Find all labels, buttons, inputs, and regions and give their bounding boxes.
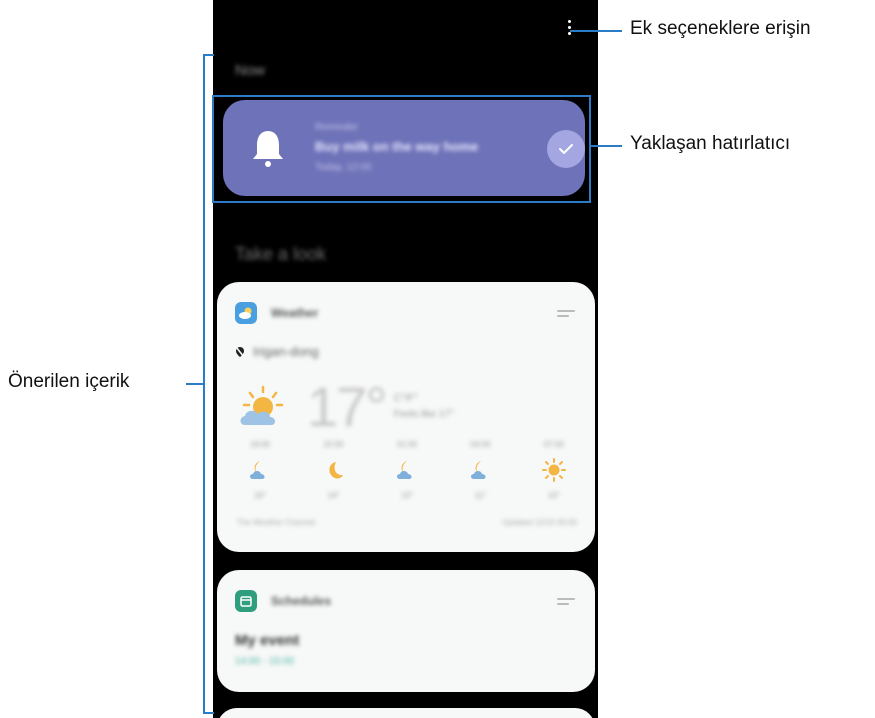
sun-icon: [542, 458, 566, 482]
temperature-unit: C°/F°: [393, 392, 418, 404]
calendar-icon: [235, 590, 257, 612]
location-name: Irigan-dong: [253, 344, 319, 359]
forecast-time: 04:00: [470, 440, 491, 449]
weather-card[interactable]: Weather Irigan-dong 17° C°/F° Feels like…: [217, 282, 595, 552]
section-title-now: Now: [235, 62, 266, 79]
next-card-peek[interactable]: [217, 708, 595, 718]
forecast-temp: 13°: [400, 491, 414, 500]
weather-card-header: Weather: [235, 302, 318, 324]
moon-cloud-icon: [250, 461, 265, 479]
schedule-card-header: Schedules: [235, 590, 331, 612]
forecast-item: 01:00 13°: [382, 440, 432, 500]
current-weather: 17° C°/F° Feels like 17°: [237, 374, 454, 439]
forecast-temp: 10°: [547, 491, 561, 500]
schedule-card[interactable]: Schedules My event 14:00 - 15:00: [217, 570, 595, 692]
forecast-time: 07:00: [543, 440, 565, 449]
event-time: 14:00 - 15:00: [235, 656, 294, 667]
forecast-item: 19:00 16°: [235, 440, 285, 500]
drag-handle-icon[interactable]: [557, 310, 575, 318]
moon-icon: [328, 462, 343, 479]
current-temperature: 17°: [307, 375, 388, 438]
forecast-item: 22:00 14°: [309, 440, 359, 500]
hourly-forecast: 19:00 16° 22:00 14° 01:00 13° 04:00 11° …: [235, 440, 579, 500]
weather-location: Irigan-dong: [235, 344, 319, 359]
weather-app-name: Weather: [271, 306, 319, 320]
forecast-item: 07:00 10°: [529, 440, 579, 500]
more-options-dot: [567, 25, 571, 29]
callout-more-options: Ek seçeneklere erişin: [630, 18, 811, 39]
moon-cloud-icon: [397, 461, 412, 479]
location-off-icon: [235, 346, 245, 357]
forecast-temp: 14°: [327, 491, 340, 500]
forecast-item: 04:00 11°: [456, 440, 506, 500]
weather-app-icon: [235, 302, 257, 324]
section-title-take-a-look: Take a look: [235, 244, 327, 264]
partly-cloudy-icon: [240, 385, 284, 425]
forecast-time: 19:00: [249, 440, 271, 449]
feels-like: Feels like 17°: [393, 408, 454, 420]
moon-cloud-icon: [470, 461, 486, 479]
callout-upcoming-reminder: Yaklaşan hatırlatıcı: [630, 133, 791, 154]
suggested-content-bracket-vertical: [203, 54, 205, 714]
more-options-dot: [567, 19, 571, 23]
suggested-content-bracket-bottom: [203, 712, 214, 714]
event-title: My event: [235, 632, 300, 649]
temperature-details: C°/F° Feels like 17°: [394, 391, 454, 423]
reminder-highlight-box: [212, 95, 591, 203]
more-options-button[interactable]: [561, 14, 577, 40]
schedule-app-name: Schedules: [271, 594, 332, 608]
callout-suggested-content: Önerilen içerik: [8, 371, 130, 392]
weather-updated: Updated 12/10 00:00: [502, 518, 577, 527]
forecast-temp: 11°: [474, 491, 487, 500]
weather-source[interactable]: The Weather Channel: [237, 518, 315, 527]
more-options-callout-line: [570, 30, 622, 32]
suggested-content-callout-line: [186, 383, 203, 385]
forecast-time: 01:00: [396, 440, 418, 449]
forecast-temp: 16°: [253, 491, 267, 500]
drag-handle-icon[interactable]: [557, 598, 575, 606]
forecast-time: 22:00: [323, 440, 344, 449]
reminder-callout-line: [589, 145, 622, 147]
weather-card-footer: The Weather Channel Updated 12/10 00:00: [237, 518, 577, 527]
